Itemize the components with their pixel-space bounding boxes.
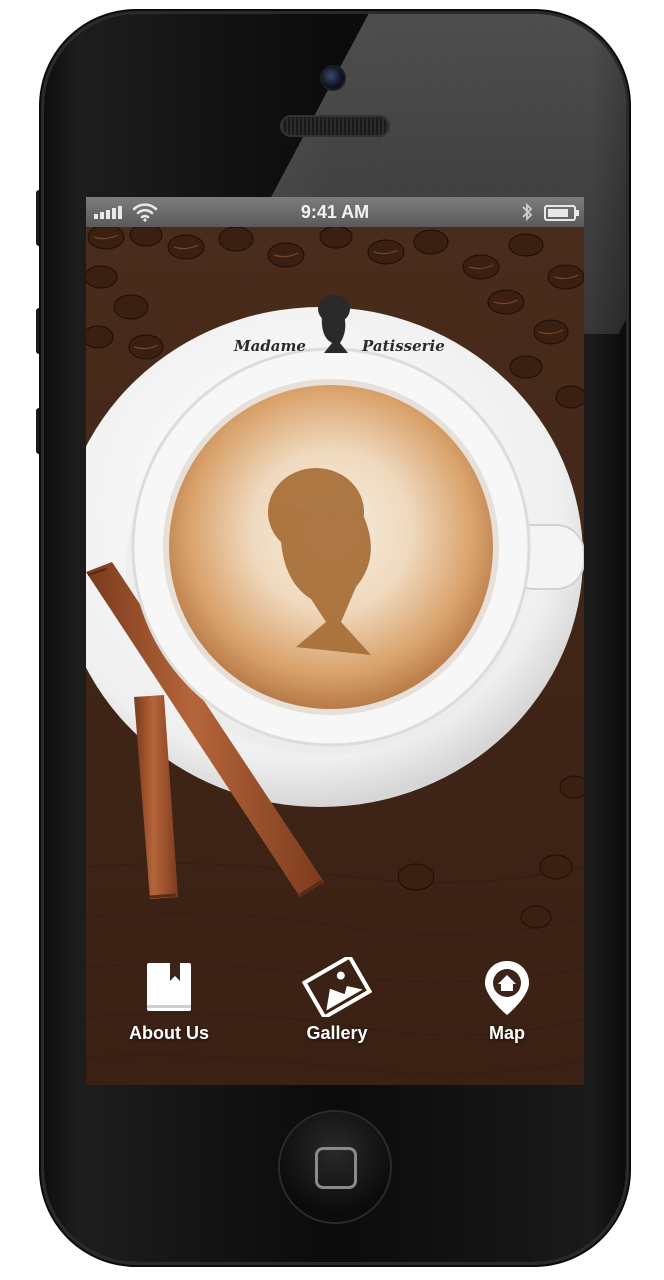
gallery-image-icon [302, 957, 372, 1017]
bluetooth-icon [522, 202, 533, 222]
mute-switch [36, 190, 44, 246]
front-camera [322, 67, 344, 89]
volume-up-button [36, 308, 44, 354]
nav-label-about-us: About Us [129, 1023, 209, 1043]
status-time: 9:41 AM [300, 202, 370, 222]
battery-level [548, 209, 568, 217]
battery-icon [544, 205, 579, 221]
earpiece-speaker [280, 115, 390, 137]
volume-down-button [36, 408, 44, 454]
nav-map[interactable]: Map [442, 957, 572, 1067]
nav-gallery[interactable]: Gallery [272, 957, 402, 1067]
home-square-icon [315, 1147, 357, 1189]
nav-about-us[interactable]: About Us [104, 957, 234, 1067]
brand-logo: Madame Patisserie [234, 309, 454, 379]
brand-text-right: Patisserie [362, 337, 445, 355]
map-pin-home-icon [485, 961, 529, 1015]
brand-text-left: Madame [234, 337, 306, 355]
book-icon [147, 963, 191, 1011]
nav-label-gallery: Gallery [306, 1023, 368, 1043]
bottom-nav: About Us Gallery Map [86, 937, 584, 1077]
home-button[interactable] [280, 1112, 390, 1222]
app-screen: 9:41 AM Madame Patisserie About Us Galle… [86, 197, 584, 1085]
page: 9:41 AM Madame Patisserie About Us Galle… [0, 0, 664, 1280]
status-bar: 9:41 AM [86, 197, 584, 227]
nav-label-map: Map [489, 1023, 525, 1043]
